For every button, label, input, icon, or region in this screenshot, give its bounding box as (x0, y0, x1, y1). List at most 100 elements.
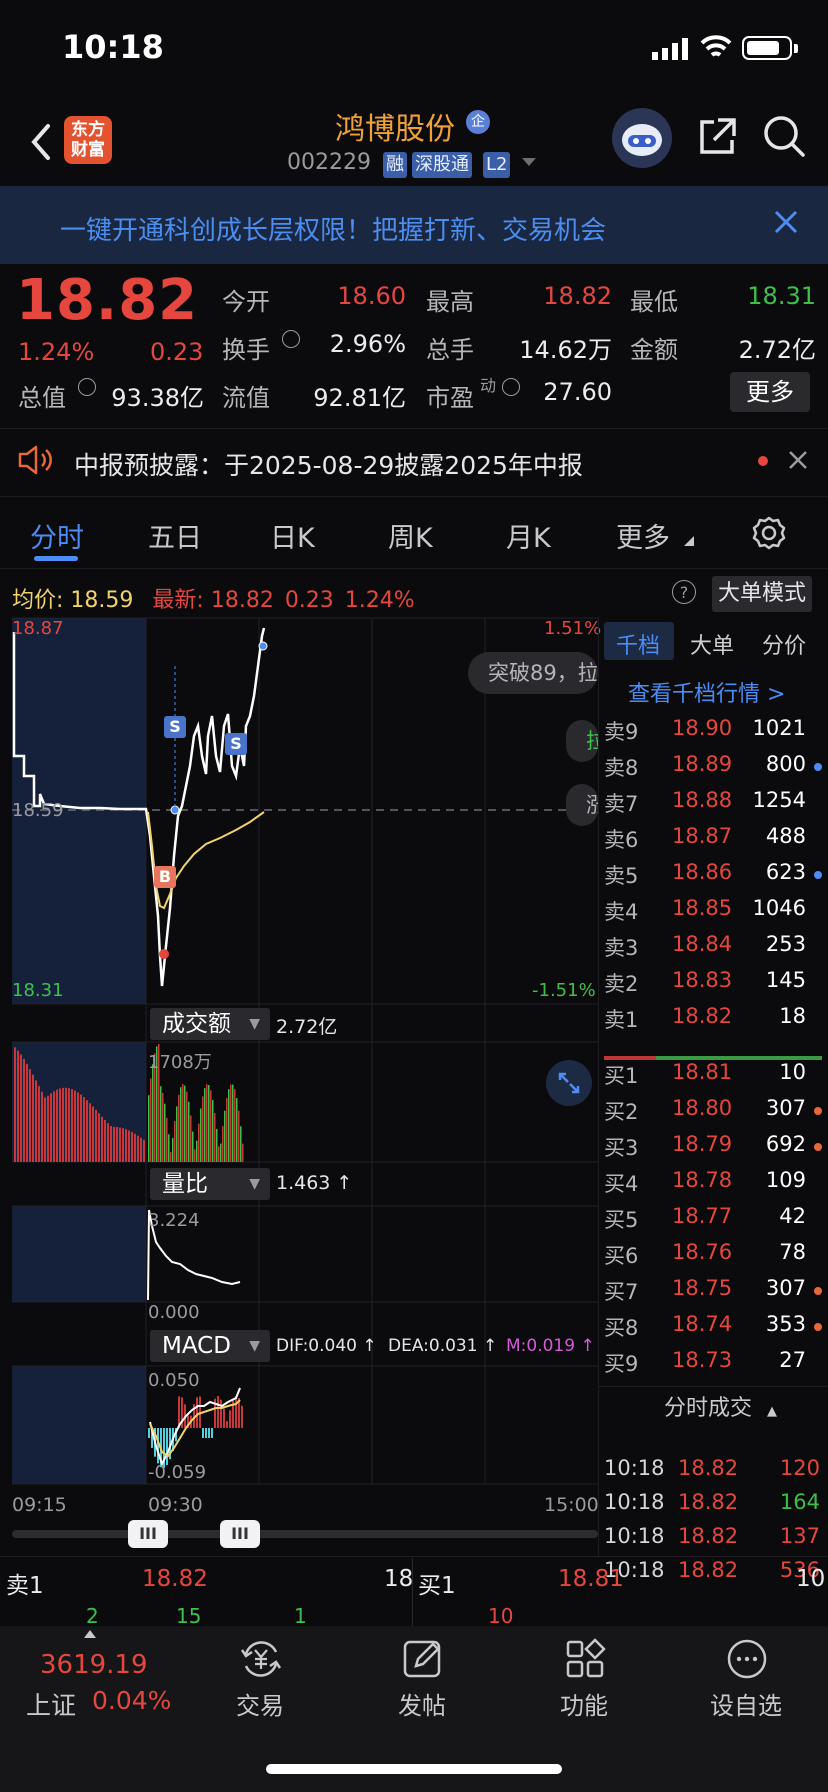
sell-marker[interactable]: S (164, 716, 186, 738)
buy-marker[interactable]: B (154, 866, 176, 888)
bid-level-price[interactable]: 18.78 (672, 1168, 732, 1192)
amount-bar (53, 1091, 55, 1162)
order-marker-dot (814, 1323, 822, 1331)
marker-dot (258, 641, 268, 651)
time-range-slider[interactable] (12, 1530, 598, 1538)
gear-icon[interactable] (752, 516, 786, 550)
amount-bar (122, 1128, 124, 1162)
tick-price: 18.82 (678, 1490, 739, 1514)
nav-functions[interactable]: 功能 (534, 1686, 634, 1721)
info-dots-icon[interactable] (78, 378, 96, 396)
bid-level-price[interactable]: 18.80 (672, 1096, 732, 1120)
signal-pill[interactable]: 突破89，拉 (468, 652, 598, 694)
tab-thousand-level[interactable]: 千档 (616, 628, 660, 660)
nav-add-watchlist[interactable]: 设自选 (696, 1686, 796, 1721)
more-quote-button[interactable]: 更多 (730, 372, 810, 412)
index-name[interactable]: 上证 (26, 1686, 76, 1722)
amount-bar (164, 1103, 166, 1162)
view-thousand-level-link[interactable]: 查看千档行情 > (628, 676, 785, 708)
ask-level-price[interactable]: 18.85 (672, 896, 732, 920)
ticks-title[interactable]: 分时成交 ▲ (664, 1390, 777, 1422)
ask-level-price[interactable]: 18.82 (672, 1004, 732, 1028)
back-icon[interactable] (22, 118, 62, 166)
robot-assistant-icon[interactable] (612, 108, 672, 168)
amount-bar (41, 1091, 43, 1162)
ask-level-price[interactable]: 18.86 (672, 860, 732, 884)
search-icon[interactable] (762, 114, 806, 158)
add-watchlist-icon[interactable] (724, 1636, 770, 1682)
ask-level-volume: 1046 (752, 896, 806, 920)
nav-post[interactable]: 发帖 (372, 1686, 472, 1721)
bid-level-label: 买7 (604, 1280, 639, 1304)
close-icon[interactable] (788, 450, 808, 470)
connect-tag: 深股通 (412, 152, 472, 178)
ask-level-price[interactable]: 18.84 (672, 932, 732, 956)
sell-marker[interactable]: S (225, 733, 247, 755)
caret-up-icon: ▲ (767, 1404, 778, 1419)
tab-big-order[interactable]: 大单 (690, 628, 734, 660)
order-marker-dot (814, 871, 822, 879)
macd-panel-selector[interactable]: MACD ▼ (150, 1330, 270, 1362)
ratio-panel-label: 量比 (162, 1171, 208, 1197)
amount-bar (234, 1089, 236, 1162)
ask-level-price[interactable]: 18.89 (672, 752, 732, 776)
amount-bar (162, 1092, 164, 1162)
active-tab-indicator (34, 556, 78, 561)
pe-label: 市盈 (426, 384, 474, 412)
expand-icon[interactable] (546, 1060, 592, 1106)
bid-level-price[interactable]: 18.75 (672, 1276, 732, 1300)
index-pct[interactable]: 0.04% (92, 1686, 171, 1715)
close-icon[interactable] (772, 208, 800, 236)
caret-down-icon[interactable] (522, 158, 536, 168)
bid-level-label: 买6 (604, 1244, 639, 1268)
tab-monthly-k[interactable]: 月K (506, 516, 551, 555)
slider-handle-left[interactable]: III (128, 1520, 168, 1548)
banner-text[interactable]: 一键开通科创成长层权限！把握打新、交易机会 (60, 210, 606, 247)
slider-handle-right[interactable]: III (220, 1520, 260, 1548)
tab-intraday[interactable]: 分时 (30, 516, 84, 555)
ask-level-price[interactable]: 18.87 (672, 824, 732, 848)
amount-bar (224, 1110, 226, 1162)
ask-level-volume: 623 (765, 860, 806, 884)
post-icon[interactable] (400, 1636, 446, 1682)
index-value[interactable]: 3619.19 (40, 1650, 148, 1680)
amount-panel-selector[interactable]: 成交额 ▼ (150, 1008, 270, 1040)
signal-pill[interactable]: 涨 (566, 784, 598, 826)
bid-level-price[interactable]: 18.74 (672, 1312, 732, 1336)
bid-level-price[interactable]: 18.77 (672, 1204, 732, 1228)
bid-level-price[interactable]: 18.81 (672, 1060, 732, 1084)
ask-level-price[interactable]: 18.88 (672, 788, 732, 812)
eastmoney-logo[interactable]: 东方 财富 (64, 116, 112, 164)
share-icon[interactable] (696, 116, 738, 158)
tab-more[interactable]: 更多 (616, 516, 670, 555)
bid-level-price[interactable]: 18.76 (672, 1240, 732, 1264)
bid-level-price[interactable]: 18.73 (672, 1348, 732, 1372)
tab-weekly-k[interactable]: 周K (388, 516, 433, 555)
ask-level-price[interactable]: 18.83 (672, 968, 732, 992)
tab-daily-k[interactable]: 日K (270, 516, 315, 555)
amount-bar (86, 1100, 88, 1162)
functions-icon[interactable] (562, 1636, 608, 1682)
bid-level-label: 买5 (604, 1208, 639, 1232)
stock-name[interactable]: 鸿博股份 (300, 104, 490, 148)
battery-icon (742, 36, 792, 60)
intraday-chart[interactable] (0, 616, 598, 1496)
ratio-panel-selector[interactable]: 量比 ▼ (150, 1168, 270, 1200)
info-dots-icon[interactable] (282, 330, 300, 348)
orderbook-ask-ratio (604, 1056, 656, 1060)
nav-trade[interactable]: 交易 (210, 1686, 310, 1721)
big-order-mode-button[interactable]: 大单模式 (712, 576, 812, 612)
ask-level-label: 卖3 (604, 936, 639, 960)
trade-icon[interactable] (238, 1636, 284, 1682)
info-dots-icon[interactable] (502, 378, 520, 396)
bid-level-price[interactable]: 18.79 (672, 1132, 732, 1156)
ask-level-price[interactable]: 18.90 (672, 716, 732, 740)
tab-five-day[interactable]: 五日 (148, 516, 202, 555)
signal-icon (652, 38, 688, 60)
tab-price-distribution[interactable]: 分价 (762, 628, 806, 660)
high-value: 18.82 (543, 282, 612, 310)
signal-pill[interactable]: 拉 (566, 720, 598, 762)
help-icon[interactable]: ? (672, 580, 696, 604)
home-indicator[interactable] (266, 1764, 562, 1774)
notice-text[interactable]: 中报预披露：于2025-08-29披露2025年中报 (74, 446, 583, 482)
